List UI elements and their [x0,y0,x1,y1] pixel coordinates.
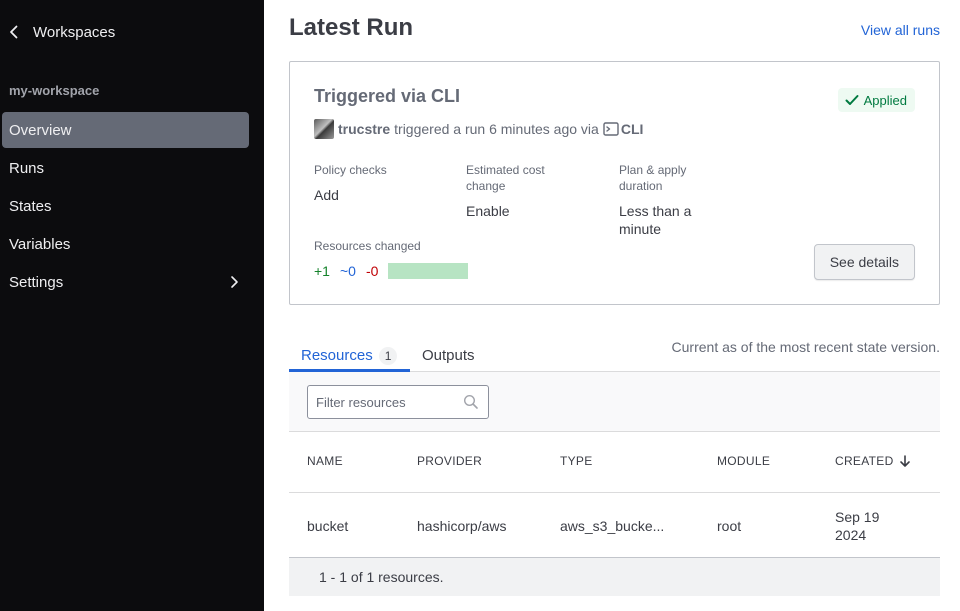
run-title: Triggered via CLI [314,86,461,106]
resources-changed-summary: +1 ~0 -0 [314,263,469,279]
duration-label: Plan & apply duration [619,163,687,193]
column-header-type[interactable]: TYPE [560,454,593,468]
column-header-module[interactable]: MODULE [717,454,770,468]
policy-checks-add-link[interactable]: Add [314,186,339,204]
sidebar-item-label: Variables [9,235,71,253]
estimated-cost-enable-link[interactable]: Enable [466,202,510,220]
sidebar-item-label: States [9,197,52,215]
latest-run-card: Triggered via CLI Applied trucstre trigg… [289,61,940,305]
check-icon [845,95,859,105]
sidebar-item-label: Settings [9,273,64,291]
cell-name: bucket [307,518,349,534]
workspace-name: my-workspace [9,83,100,98]
status-badge-label: Applied [863,92,907,108]
sidebar-item-label: Runs [9,159,45,177]
sidebar-item-variables[interactable]: Variables [2,226,249,262]
view-all-runs-link[interactable]: View all runs [861,22,940,38]
chevron-left-icon [9,22,27,42]
column-header-created-label: CREATED [835,454,894,468]
changed-count: ~0 [339,263,356,279]
sidebar-item-runs[interactable]: Runs [2,150,249,186]
sidebar-nav: Overview Runs States Variables Settings [0,112,264,302]
terminal-icon [603,121,619,137]
page-title: Latest Run [289,14,414,41]
pagination-summary: 1 - 1 of 1 resources. [319,569,444,585]
chevron-right-icon [227,274,241,290]
column-header-created[interactable]: CREATED [835,454,912,468]
trigger-text: triggered a run 6 minutes ago via [394,121,599,137]
cell-provider: hashicorp/aws [417,518,507,534]
duration-value: Less than a minute [619,203,692,237]
trigger-source: CLI [620,121,644,137]
policy-checks-label: Policy checks [314,163,387,177]
search-icon [463,394,479,410]
cell-created: Sep 19 2024 [835,509,880,543]
estimated-cost-label: Estimated cost change [466,163,545,193]
back-to-workspaces-link[interactable]: Workspaces [9,22,115,42]
sidebar-item-label: Overview [9,121,72,139]
resources-table: NAME PROVIDER TYPE MODULE CREATED bucket… [289,432,940,596]
sidebar-item-settings[interactable]: Settings [2,264,249,300]
back-link-label: Workspaces [33,23,116,41]
arrow-down-icon [899,455,910,467]
filter-bar [289,372,940,432]
status-badge: Applied [837,88,915,112]
state-version-note: Current as of the most recent state vers… [671,339,940,355]
resources-changed-label: Resources changed [314,239,421,253]
destroyed-count: -0 [365,263,379,279]
sidebar: Workspaces my-workspace Overview Runs St… [0,0,264,611]
sidebar-item-states[interactable]: States [2,188,249,224]
trigger-info: trucstre triggered a run 6 minutes ago v… [314,119,643,139]
column-header-provider[interactable]: PROVIDER [417,454,482,468]
added-count: +1 [314,263,330,279]
trigger-user[interactable]: trucstre [338,121,390,137]
cell-module: root [717,518,742,534]
cell-type: aws_s3_bucke... [560,518,665,534]
resources-change-bar [388,263,469,279]
tab-resources[interactable]: Resources 1 [289,340,410,372]
avatar [314,119,334,139]
tab-label: Outputs [422,347,475,364]
see-details-button[interactable]: See details [813,244,915,280]
table-footer: 1 - 1 of 1 resources. [289,558,940,596]
resources-count-badge: 1 [378,347,398,365]
table-row[interactable]: bucket hashicorp/aws aws_s3_bucke... roo… [289,493,940,558]
column-header-name[interactable]: NAME [307,454,343,468]
filter-resources-input[interactable] [307,385,489,419]
sidebar-item-overview[interactable]: Overview [2,112,249,148]
tab-label: Resources [301,347,373,364]
tab-outputs[interactable]: Outputs [422,340,475,372]
table-header: NAME PROVIDER TYPE MODULE CREATED [289,432,940,493]
